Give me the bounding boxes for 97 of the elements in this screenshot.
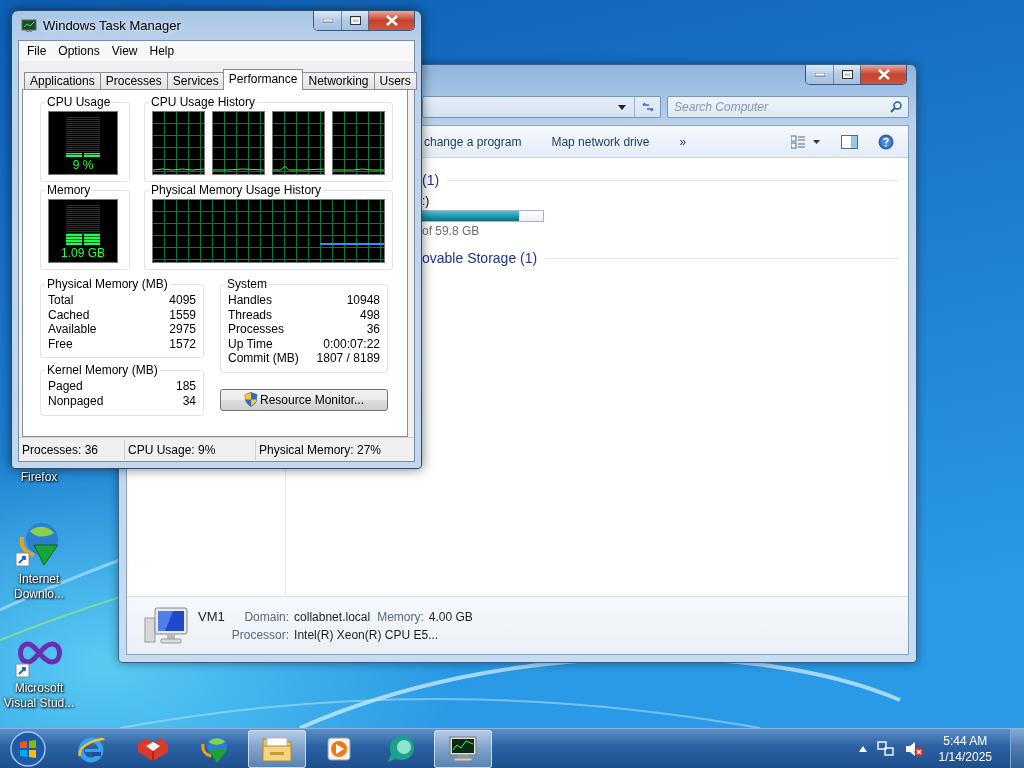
play-icon [326, 735, 352, 762]
cpu-history-graph [332, 111, 385, 175]
status-text: CPU Usage: 9% [125, 439, 256, 460]
group-title: Kernel Memory (MB) [46, 364, 159, 378]
folder-icon [261, 734, 293, 763]
preview-pane-icon[interactable] [841, 134, 858, 149]
muted-speaker-icon[interactable] [904, 740, 925, 757]
computer-name: VM1 [198, 609, 226, 624]
cpu-history-graph [212, 111, 265, 175]
group-heading[interactable]: (1) [422, 172, 440, 188]
desktop-icon-label[interactable]: Firefox [2, 470, 76, 485]
stat-label: Processes [228, 322, 285, 337]
tab[interactable]: Processes [99, 72, 168, 90]
bubble-icon [385, 733, 417, 764]
maximize-icon [349, 16, 361, 25]
views-icon[interactable] [791, 134, 821, 149]
detail-label: Memory: [377, 609, 424, 624]
stat-label: Handles [228, 293, 273, 308]
maximize-button[interactable] [341, 11, 368, 30]
show-desktop-button[interactable] [1010, 729, 1024, 768]
detail-label: Domain: [243, 609, 290, 624]
stat-value: 34 [182, 393, 196, 409]
cpu-reading: 9 % [72, 159, 94, 172]
status-text: Physical Memory: 27% [258, 441, 383, 459]
stat-label: Available [48, 322, 97, 337]
detail-value: 4.00 GB [428, 609, 474, 624]
detail-value: collabnet.local [294, 609, 372, 624]
stat-value: 10948 [346, 293, 380, 308]
shield-icon [243, 392, 258, 408]
monitor-icon [447, 734, 479, 763]
stat-label: Paged [48, 379, 83, 394]
status-text: Processes: 36 [19, 439, 125, 460]
tab[interactable]: Services [166, 72, 225, 90]
tab[interactable]: Networking [302, 72, 375, 90]
close-icon [385, 15, 398, 26]
stat-label: Free [48, 336, 73, 352]
resource-monitor-button[interactable]: Resource Monitor... [220, 388, 388, 411]
cube-icon [136, 735, 170, 762]
toolbar-item[interactable]: » [679, 134, 687, 149]
minimize-icon [814, 72, 825, 77]
drive-name[interactable]: :) [422, 194, 898, 208]
tab[interactable]: Applications [24, 72, 101, 90]
clock-date[interactable]: 1/14/2025 [938, 748, 992, 765]
window-title: Windows Task Manager [43, 18, 182, 33]
maximize-button[interactable] [833, 65, 860, 84]
stat-value: 2975 [169, 322, 196, 337]
group-title: Memory [46, 184, 92, 197]
stat-label: Nonpaged [48, 393, 104, 409]
maximize-icon [841, 70, 853, 79]
detail-label: Processor: [231, 627, 290, 642]
cpu-history-graph [272, 111, 325, 175]
close-button[interactable] [860, 65, 906, 84]
menu-item[interactable]: View [105, 44, 144, 58]
stat-value: 36 [366, 322, 380, 337]
taskbar-button[interactable] [434, 729, 492, 768]
search-icon [890, 101, 902, 113]
refresh-icon [640, 101, 655, 113]
menu-item[interactable]: Options [52, 44, 106, 58]
menu-item[interactable]: File [21, 44, 53, 58]
tab[interactable]: Users [373, 72, 417, 90]
network-icon[interactable] [876, 740, 895, 757]
stat-label: Commit (MB) [228, 351, 299, 366]
close-icon [877, 69, 890, 80]
close-button[interactable] [368, 11, 414, 30]
toolbar-item[interactable]: Map network drive [551, 134, 650, 149]
address-bar[interactable] [422, 96, 661, 118]
group-title: Physical Memory (MB) [46, 278, 169, 291]
stat-value: 185 [175, 379, 196, 394]
menu-item[interactable]: Help [143, 44, 181, 58]
stat-value: 4095 [169, 293, 196, 308]
stat-label: Total [48, 293, 74, 308]
tab[interactable]: Performance [222, 69, 304, 90]
monitor-icon [21, 18, 37, 33]
memory-reading: 1.09 GB [61, 247, 105, 260]
group-title: System [226, 278, 268, 291]
stat-value: 1559 [169, 307, 196, 323]
stat-value: 498 [359, 307, 380, 323]
detail-value: Intel(R) Xeon(R) CPU E5... [294, 627, 440, 642]
stat-value: 0:00:07:22 [323, 336, 380, 352]
search-field[interactable]: Search Computer [667, 96, 909, 118]
minimize-icon [322, 18, 333, 23]
group-title: CPU Usage History [150, 96, 257, 109]
stat-value: 1572 [169, 336, 196, 352]
drive-size: of 59.8 GB [422, 224, 481, 238]
clock-time[interactable]: 5:44 AM [943, 732, 988, 749]
stat-label: Threads [228, 307, 273, 323]
group-title: CPU Usage [46, 96, 112, 109]
stat-label: Up Time [228, 336, 273, 352]
toolbar-item[interactable]: change a program [424, 134, 522, 149]
stat-value: 1807 / 8189 [316, 351, 380, 366]
cpu-history-graph [152, 111, 205, 175]
up-arrow-icon[interactable] [858, 745, 867, 752]
group-title: Physical Memory Usage History [150, 184, 323, 197]
stat-label: Cached [48, 307, 90, 323]
caret-icon [618, 104, 626, 110]
help-icon[interactable] [878, 133, 894, 150]
group-heading[interactable]: ovable Storage (1) [422, 250, 538, 266]
